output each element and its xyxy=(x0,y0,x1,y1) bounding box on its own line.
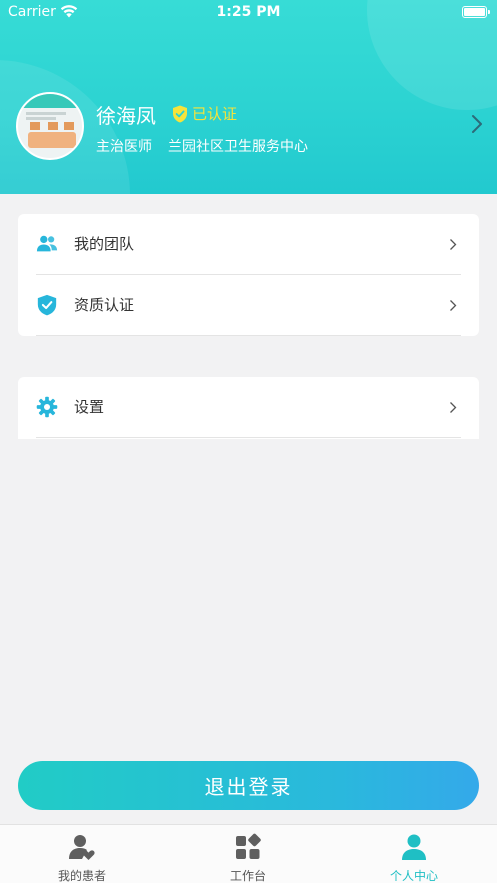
chevron-right-icon[interactable] xyxy=(471,114,483,134)
verified-shield-icon xyxy=(173,105,187,122)
user-organization: 兰园社区卫生服务中心 xyxy=(168,139,308,155)
menu-card-settings: 设置 xyxy=(18,377,479,439)
status-bar: Carrier 1:25 PM xyxy=(0,0,497,26)
menu-item-settings[interactable]: 设置 xyxy=(18,377,479,438)
user-details: 主治医师 兰园社区卫生服务中心 xyxy=(96,136,308,156)
chevron-right-icon xyxy=(450,239,457,250)
bottom-tab-bar: 我的患者 工作台 个人中心 xyxy=(0,824,497,883)
tab-workbench[interactable]: 工作台 xyxy=(188,825,308,883)
menu-item-qualification[interactable]: 资质认证 xyxy=(18,275,479,336)
chevron-right-icon xyxy=(450,402,457,413)
patient-icon xyxy=(69,835,95,860)
team-icon xyxy=(36,235,58,252)
avatar[interactable] xyxy=(16,92,84,160)
tab-my-patients[interactable]: 我的患者 xyxy=(22,825,142,883)
divider xyxy=(36,437,461,438)
gear-icon xyxy=(36,396,58,418)
profile-header: Carrier 1:25 PM 徐海凤 已认证 主治医师 兰园社区卫生服务中心 xyxy=(0,0,497,194)
tab-label: 个人中心 xyxy=(389,869,438,883)
menu-card-account: 我的团队 资质认证 xyxy=(18,214,479,336)
verified-badge: 已认证 xyxy=(172,103,237,124)
logout-button[interactable]: 退出登录 xyxy=(18,761,479,810)
shield-check-icon xyxy=(37,294,57,316)
workbench-icon xyxy=(236,833,261,859)
menu-item-my-team[interactable]: 我的团队 xyxy=(18,214,479,275)
battery-icon xyxy=(462,6,490,18)
tab-label: 我的患者 xyxy=(57,869,106,883)
divider xyxy=(36,335,461,336)
menu-label: 资质认证 xyxy=(74,296,135,314)
tab-personal-center[interactable]: 个人中心 xyxy=(354,825,474,883)
person-icon xyxy=(402,834,426,860)
user-name: 徐海凤 xyxy=(96,104,156,128)
menu-label: 设置 xyxy=(74,398,105,416)
menu-label: 我的团队 xyxy=(74,235,135,253)
profile-summary[interactable]: 徐海凤 已认证 主治医师 兰园社区卫生服务中心 xyxy=(0,90,497,160)
verified-label: 已认证 xyxy=(192,105,238,123)
user-title: 主治医师 xyxy=(96,139,152,155)
tab-label: 工作台 xyxy=(229,869,266,883)
clock: 1:25 PM xyxy=(216,4,281,20)
chevron-right-icon xyxy=(450,300,457,311)
